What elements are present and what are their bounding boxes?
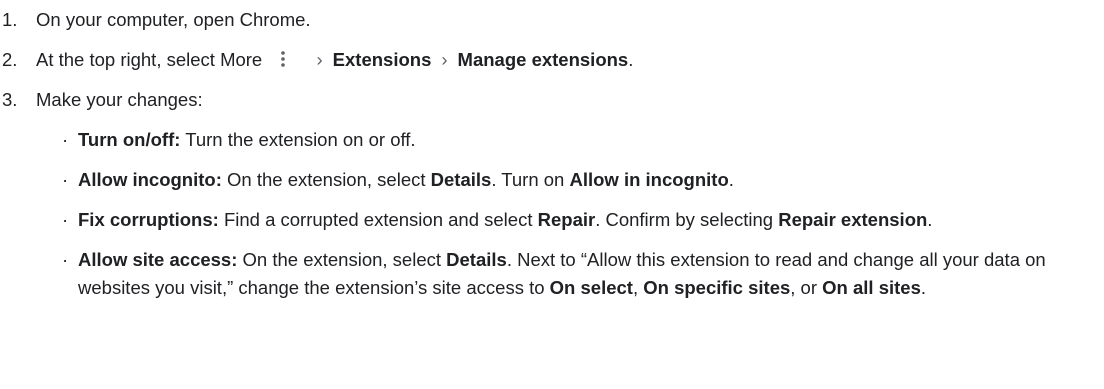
option-text: Turn the extension on or off. (180, 129, 416, 150)
list-item-fix-corruptions: · Fix corruptions: Find a corrupted exte… (0, 206, 1098, 234)
menu-manage-extensions: Manage extensions (457, 49, 629, 70)
on-select-term: On select (549, 277, 633, 298)
step-1: 1. On your computer, open Chrome. (0, 6, 1104, 34)
option-text: Find a corrupted extension and select (218, 209, 538, 230)
bullet: · (62, 209, 69, 230)
bullet: · (62, 169, 69, 190)
option-text: On the extension, select (221, 169, 431, 190)
step-text: Make your changes: (36, 89, 203, 110)
step-number: 3. (2, 89, 18, 110)
option-text: . (728, 169, 734, 190)
list-item-turn-on-off: · Turn on/off: Turn the extension on or … (0, 126, 1098, 154)
repair-term: Repair (537, 209, 596, 230)
instructions: 1. On your computer, open Chrome. 2. At … (0, 0, 1104, 302)
option-title: Fix corruptions: (78, 209, 219, 230)
on-all-sites-term: On all sites (822, 277, 921, 298)
chevron-right-icon: › (316, 49, 323, 70)
chevron-right-icon: › (441, 49, 448, 70)
step-text: At the top right, select More (36, 49, 263, 70)
option-text: . (920, 277, 927, 298)
step-3: 3. Make your changes: (0, 86, 1104, 114)
step-number: 2. (2, 49, 18, 70)
option-title: Allow incognito: (78, 169, 222, 190)
list-item-allow-incognito: · Allow incognito: On the extension, sel… (0, 166, 1098, 194)
step-2: 2. At the top right, select More › Extens… (0, 46, 1104, 74)
option-text: . Turn on (491, 169, 570, 190)
option-text: , or (790, 277, 823, 298)
menu-extensions: Extensions (332, 49, 432, 70)
list-item-allow-site-access: · Allow site access: On the extension, s… (0, 246, 1098, 302)
change-options-list: · Turn on/off: Turn the extension on or … (0, 126, 1104, 302)
step-number: 1. (2, 9, 18, 30)
option-text: . Confirm by selecting (595, 209, 779, 230)
on-specific-sites-term: On specific sites (643, 277, 791, 298)
more-vert-icon (281, 51, 286, 67)
details-term: Details (446, 249, 507, 270)
allow-in-incognito-term: Allow in incognito (569, 169, 729, 190)
bullet: · (62, 129, 69, 150)
option-title: Allow site access: (78, 249, 238, 270)
option-title: Turn on/off: (78, 129, 181, 150)
details-term: Details (430, 169, 492, 190)
period: . (628, 49, 634, 70)
option-text: . (927, 209, 933, 230)
step-text: On your computer, open Chrome. (36, 9, 311, 30)
bullet: · (62, 249, 69, 270)
option-text: , (632, 277, 644, 298)
repair-extension-term: Repair extension (778, 209, 928, 230)
option-text: On the extension, select (237, 249, 447, 270)
